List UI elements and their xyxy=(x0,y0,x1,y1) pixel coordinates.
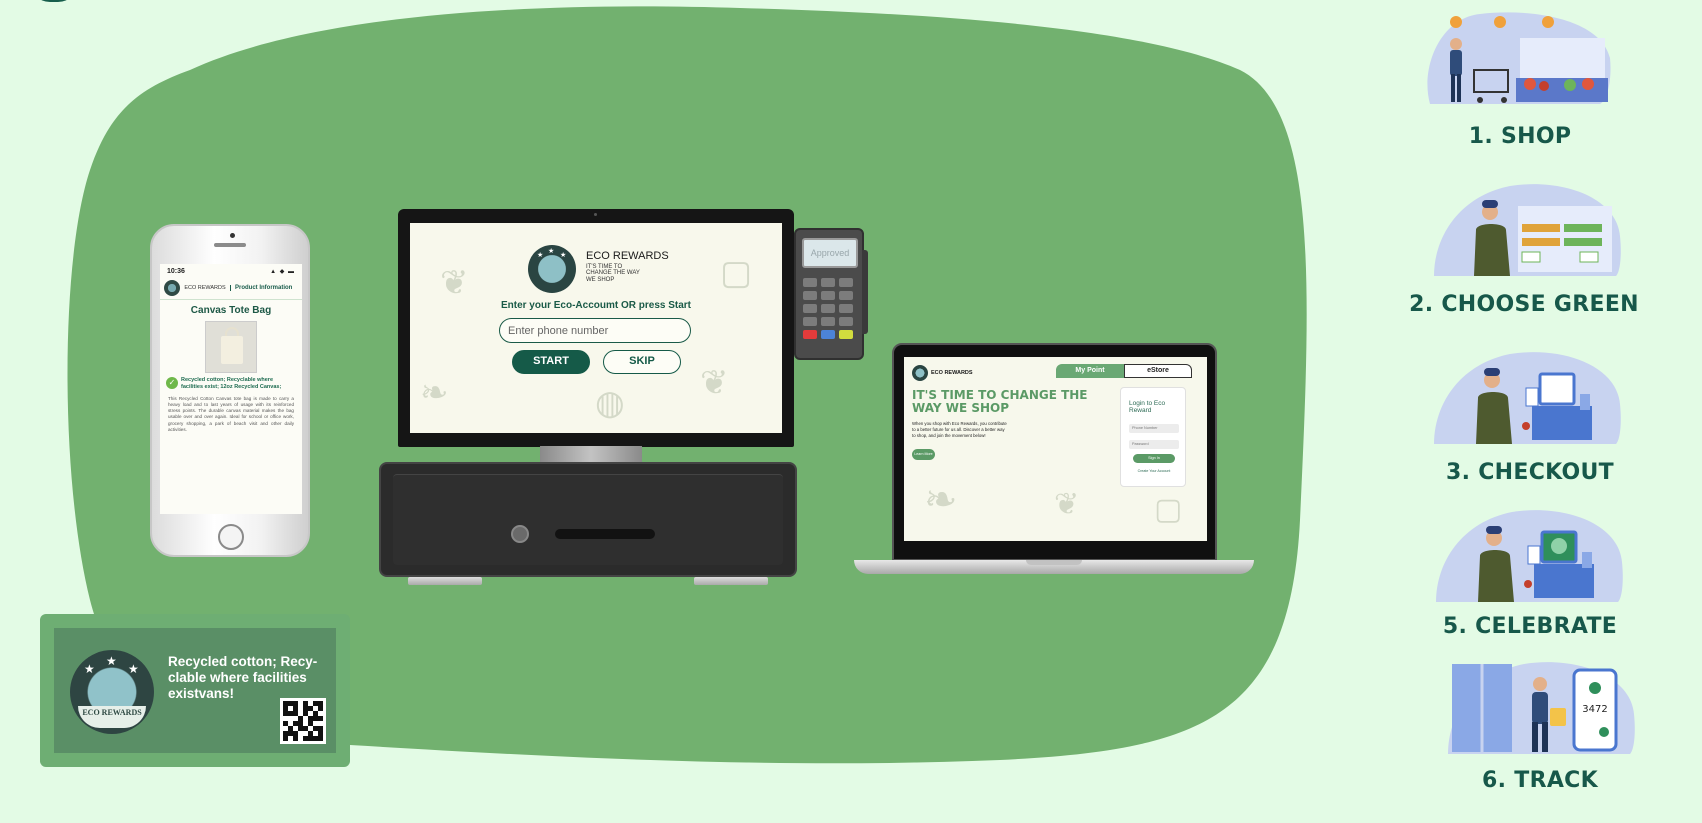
drawer-slot xyxy=(555,529,655,539)
materials-text: Recycled cotton; Recyclable where facili… xyxy=(181,377,282,390)
step-choose-green-illustration xyxy=(1430,176,1622,276)
bag-body xyxy=(221,336,243,364)
terminal-keypad[interactable] xyxy=(803,278,853,339)
key[interactable] xyxy=(821,304,835,313)
learn-more-button[interactable]: Learn More xyxy=(912,449,935,460)
product-description: This Recycled Cotton Canvas tote bag is … xyxy=(168,395,294,432)
eco-label: ★ ★ ★ ECO REWARDS Recycled cotton; Recy-… xyxy=(54,628,336,753)
step-3-label: 3. CHECKOUT xyxy=(1446,460,1614,485)
step-1-label: 1. SHOP xyxy=(1468,124,1572,149)
smartphone: 10:36 ▲ ◆ ▬ ECO REWARDS Product Informat… xyxy=(150,224,310,557)
phone-signal-icons: ▲ ◆ ▬ xyxy=(270,269,295,275)
laptop-notch xyxy=(1026,560,1082,565)
key[interactable] xyxy=(803,291,817,300)
login-title: Login to Eco Reward xyxy=(1129,400,1166,415)
product-title: Canvas Tote Bag xyxy=(190,305,272,316)
tab-estore[interactable]: eStore xyxy=(1124,364,1192,378)
key[interactable] xyxy=(821,291,835,300)
sign-in-button[interactable]: Sign In xyxy=(1133,454,1175,463)
laptop: ❧ ❦ ▢ ECO REWARDS My Point eStore IT'S T… xyxy=(892,343,1217,561)
key[interactable] xyxy=(803,278,817,287)
terminal-grip xyxy=(862,250,868,334)
key[interactable] xyxy=(821,278,835,287)
laptop-base xyxy=(854,560,1254,574)
bag-decoration-icon: ▢ xyxy=(1154,493,1183,526)
eco-rewards-logo-icon: ★ ★ ★ xyxy=(528,245,576,293)
login-panel: Login to Eco Reward Phone Number Passwor… xyxy=(1120,387,1186,487)
terminal-status: Approved xyxy=(802,238,858,268)
key[interactable] xyxy=(839,317,853,326)
phone-app-header: ECO REWARDS Product Information xyxy=(160,275,302,300)
key[interactable] xyxy=(839,278,853,287)
key[interactable] xyxy=(803,304,817,313)
laptop-brand: ECO REWARDS xyxy=(931,370,973,376)
drawer-front xyxy=(393,474,783,565)
key[interactable] xyxy=(803,317,817,326)
drawer-lock-icon xyxy=(511,525,529,543)
drawer-foot xyxy=(408,577,482,585)
eco-rewards-logo-icon: ★ ★ ★ ECO REWARDS xyxy=(70,650,154,734)
step-checkout-illustration xyxy=(1430,344,1622,444)
laptop-screen: ❧ ❦ ▢ ECO REWARDS My Point eStore IT'S T… xyxy=(904,357,1207,541)
phone-time: 10:36 xyxy=(167,268,185,275)
pos-monitor: ❦ ❧ ▢ ❦ ◍ ★ ★ ★ ECO REWARDS IT'S TIME TO… xyxy=(398,209,794,447)
product-image xyxy=(205,321,257,373)
step-celebrate-illustration xyxy=(1432,502,1624,602)
leaf-decoration-icon: ❦ xyxy=(700,364,729,402)
key[interactable] xyxy=(839,291,853,300)
cash-drawer xyxy=(379,462,797,577)
password-field[interactable]: Password xyxy=(1129,440,1179,449)
key[interactable] xyxy=(821,317,835,326)
step-2-label: 2. CHOOSE GREEN xyxy=(1409,292,1639,317)
bag-decoration-icon: ▢ xyxy=(720,254,753,292)
pos-brand: ECO REWARDS xyxy=(586,250,669,262)
enter-key[interactable] xyxy=(839,330,853,339)
avocado-decoration-icon: ◍ xyxy=(595,384,625,422)
phone-speaker xyxy=(214,243,246,247)
svg-text:3472: 3472 xyxy=(1582,704,1607,715)
plant-decoration-icon: ❧ xyxy=(420,374,449,412)
step-5-label: 5. CELEBRATE xyxy=(1442,614,1618,639)
eco-rewards-logo-icon xyxy=(164,280,180,296)
cancel-key[interactable] xyxy=(803,330,817,339)
product-materials: ✓ Recycled cotton; Recyclable where faci… xyxy=(160,373,302,391)
eco-rewards-logo-icon xyxy=(912,365,928,381)
step-shop-illustration xyxy=(1420,8,1612,108)
qr-grid xyxy=(283,701,323,741)
qr-code-icon[interactable] xyxy=(280,698,326,744)
leaf-decoration-icon: ❦ xyxy=(1054,488,1080,521)
plant-decoration-icon: ❧ xyxy=(924,478,958,522)
phone-status-bar: 10:36 ▲ ◆ ▬ xyxy=(160,264,302,275)
tab-product-information[interactable]: Product Information xyxy=(230,285,292,291)
pos-screen: ❦ ❧ ▢ ❦ ◍ ★ ★ ★ ECO REWARDS IT'S TIME TO… xyxy=(410,223,782,433)
card-terminal: Approved xyxy=(794,228,868,360)
logo-ribbon-text: ECO REWARDS xyxy=(78,706,146,728)
laptop-body-text: When you shop with Eco Rewards, you cont… xyxy=(912,421,1007,438)
tab-my-point[interactable]: My Point xyxy=(1056,364,1124,378)
step-track-illustration: 3472 xyxy=(1444,654,1636,754)
key[interactable] xyxy=(839,304,853,313)
create-account-link[interactable]: Create Your Account xyxy=(1121,469,1187,473)
step-6-label: 6. TRACK xyxy=(1482,768,1598,793)
clear-key[interactable] xyxy=(821,330,835,339)
laptop-headline: IT'S TIME TO CHANGE THE WAY WE SHOP xyxy=(912,388,1088,415)
drawer-foot xyxy=(694,577,768,585)
skip-button[interactable]: SKIP xyxy=(603,350,681,374)
start-button[interactable]: START xyxy=(512,350,590,374)
pos-tagline: IT'S TIME TO CHANGE THE WAY WE SHOP xyxy=(586,264,640,283)
phone-home-button[interactable] xyxy=(218,524,244,550)
phone-camera xyxy=(230,233,235,238)
eco-label-card: ★ ★ ★ ECO REWARDS Recycled cotton; Recy-… xyxy=(40,614,350,767)
leaf-decoration-icon: ❦ xyxy=(440,264,469,302)
phone-number-field[interactable]: Phone Number xyxy=(1129,424,1179,433)
pos-prompt: Enter your Eco-Accoumt OR press Start xyxy=(500,300,692,311)
eco-label-text: Recycled cotton; Recy-clable where facil… xyxy=(168,654,318,702)
phone-brand: ECO REWARDS xyxy=(184,284,226,291)
check-icon: ✓ xyxy=(166,377,178,389)
phone-screen: 10:36 ▲ ◆ ▬ ECO REWARDS Product Informat… xyxy=(160,264,302,514)
monitor-camera xyxy=(594,213,597,216)
phone-number-input[interactable] xyxy=(499,318,691,343)
